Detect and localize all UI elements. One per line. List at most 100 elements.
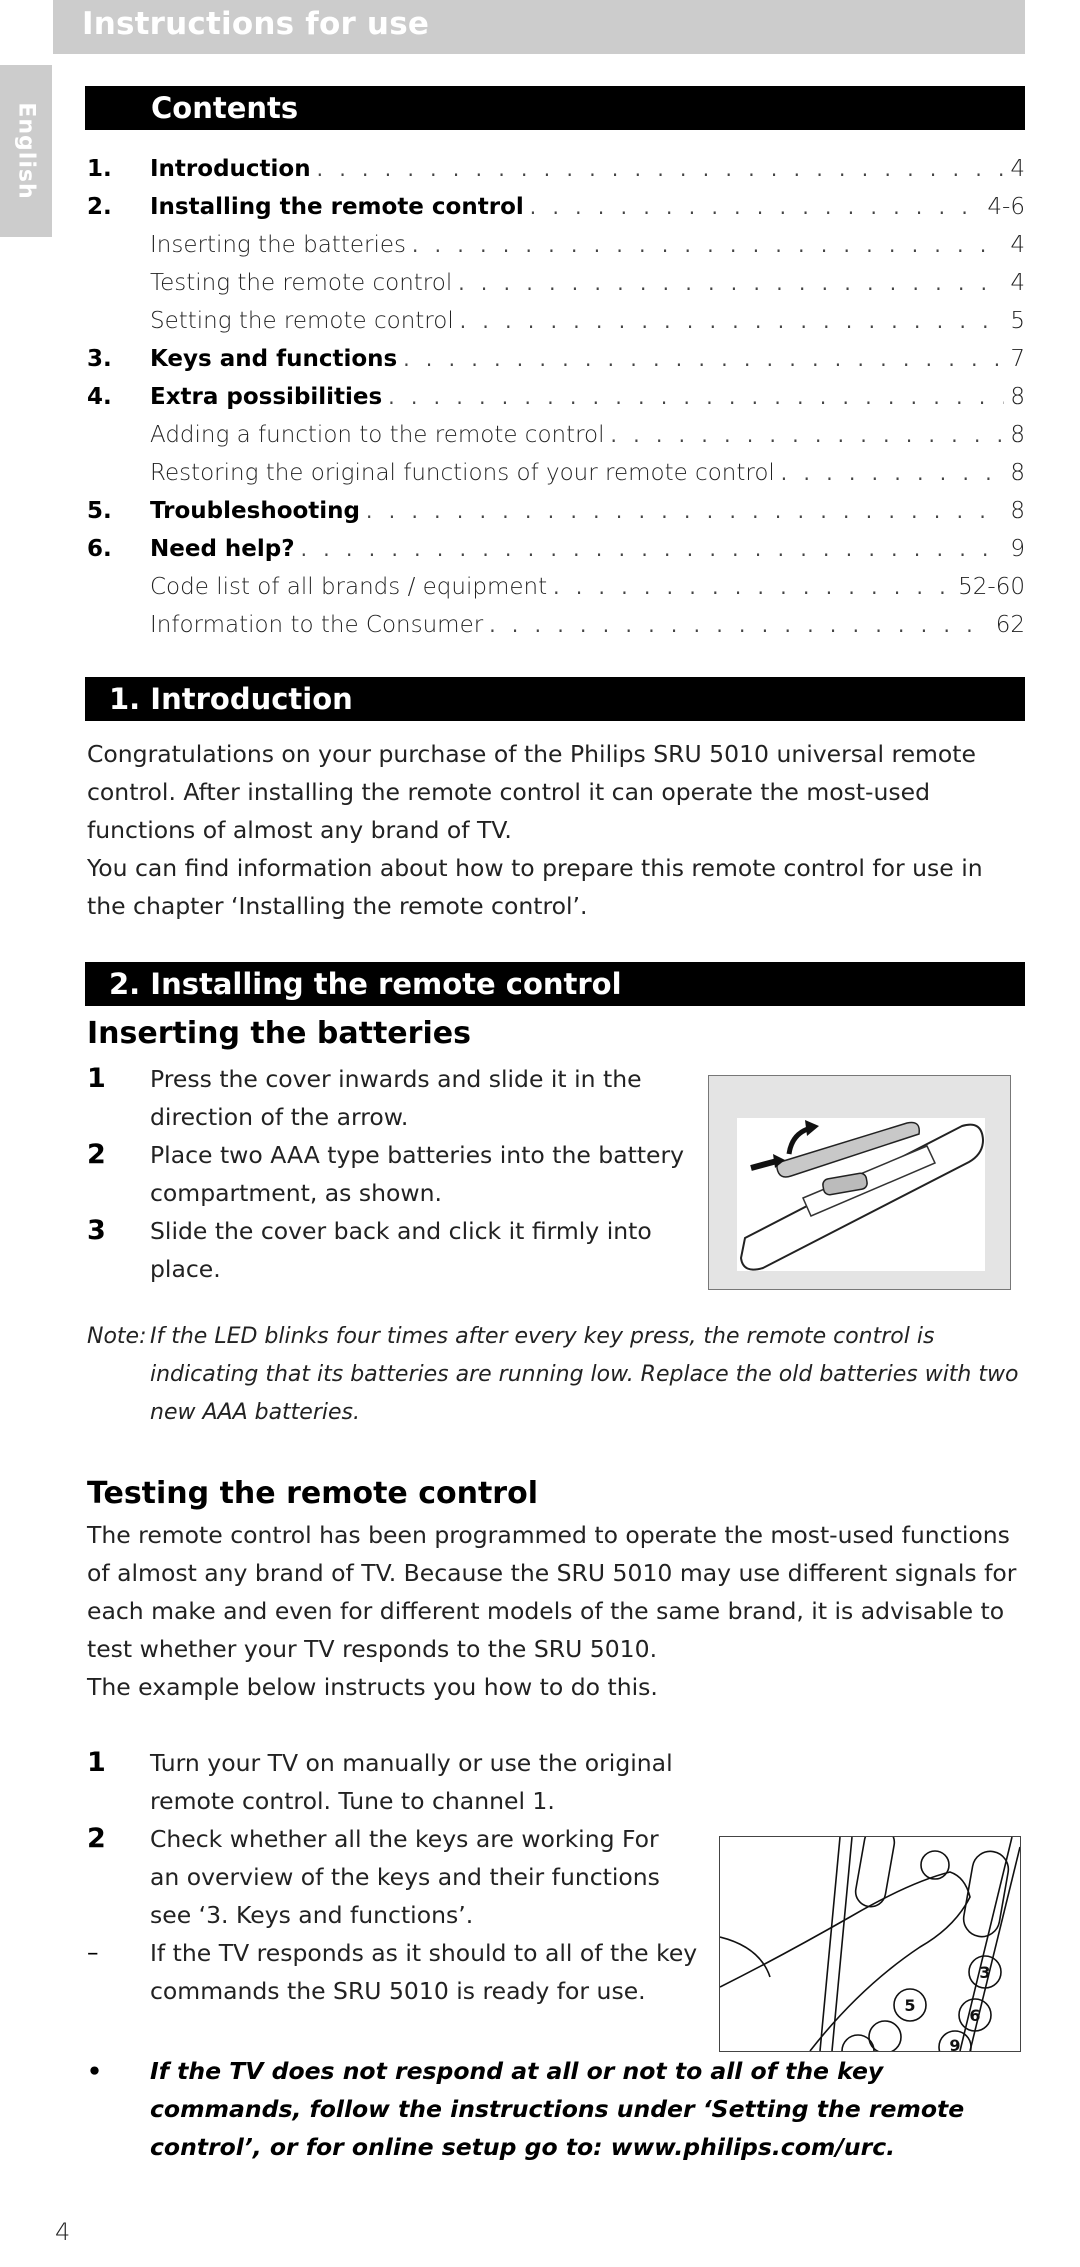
language-label: English [13,102,39,200]
setup-bullet: • If the TV does not respond at all or n… [87,2052,1032,2166]
toc-entry[interactable]: 3. Keys and functions 7 [87,340,1025,378]
toc-entry-title: Information to the Consumer [150,612,484,638]
toc-entry-title: Installing the remote control [150,194,524,220]
toc-entry-title: Need help? [150,536,295,562]
toc-entry-title: Setting the remote control [150,308,454,334]
toc-entry[interactable]: 5. Troubleshooting 8 [87,492,1025,530]
toc-entry-number: 5. [87,498,112,524]
svg-text:9: 9 [949,2036,960,2051]
bullet-text: If the TV does not respond at all or not… [150,2057,965,2161]
introduction-text: Congratulations on your purchase of the … [87,735,1027,925]
toc-entry-number: 4. [87,384,112,410]
toc-entry-page: 8 [1010,460,1025,486]
toc-entry-page: 7 [1010,346,1025,372]
toc-dot-leader [301,530,1005,568]
paragraph: Congratulations on your purchase of the … [87,740,976,844]
toc-entry-title: Adding a function to the remote control [150,422,605,448]
toc-entry[interactable]: Restoring the original functions of your… [87,454,1025,492]
testing-step-1: 1 Turn your TV on manually or use the or… [87,1744,987,1820]
step-text: Slide the cover back and click it firmly… [150,1217,652,1283]
installing-title: 2. Installing the remote control [109,967,622,1001]
toc-entry-title: Extra possibilities [150,384,383,410]
toc-dot-leader [366,492,1004,530]
toc-dot-leader [412,226,1004,264]
installing-heading-bar: 2. Installing the remote control [85,962,1025,1006]
toc-entry-number: 6. [87,536,112,562]
step-number: 1 [87,1063,106,1094]
toc-entry-number: 1. [87,156,112,182]
toc-dot-leader [781,454,1005,492]
note-text: If the LED blinks four times after every… [150,1324,1019,1425]
toc-entry[interactable]: Information to the Consumer 62 [87,606,1025,644]
toc-dot-leader [458,264,1004,302]
toc-dot-leader [489,606,990,644]
testing-step-dash: – If the TV responds as it should to all… [87,1934,727,2010]
toc-entry-page: 4 [1010,270,1025,296]
step-text: Check whether all the keys are working F… [150,1825,660,1929]
toc-entry-page: 52-60 [958,574,1025,600]
toc-dot-leader [403,340,1004,378]
contents-title: Contents [151,91,299,125]
toc-entry-title: Keys and functions [150,346,398,372]
contents-heading-bar: Contents [85,86,1025,130]
step-text: Place two AAA type batteries into the ba… [150,1141,685,1207]
step-text: Turn your TV on manually or use the orig… [150,1749,673,1815]
toc-entry[interactable]: Code list of all brands / equipment 52-60 [87,568,1025,606]
toc-dot-leader [530,188,982,226]
bullet-marker: • [87,2057,103,2085]
toc-entry-page: 8 [1010,498,1025,524]
battery-compartment-illustration [708,1075,1011,1290]
page-number: 4 [55,2218,71,2246]
toc-entry[interactable]: 6. Need help? 9 [87,530,1025,568]
toc-entry-page: 4-6 [987,194,1025,220]
step-text: If the TV responds as it should to all o… [150,1939,698,2005]
toc-entry-page: 8 [1010,422,1025,448]
battery-step-2: 2 Place two AAA type batteries into the … [87,1136,687,1212]
finger-pressing-remote-keys-illustration: 3 5 6 9 [719,1836,1021,2052]
toc-entry-number: 2. [87,194,112,220]
note-label: Note: [87,1324,147,1349]
toc-dot-leader [317,150,1005,188]
document-header: Instructions for use [53,0,1025,54]
svg-text:6: 6 [969,2006,980,2025]
testing-heading: Testing the remote control [87,1476,538,1511]
paragraph: The example below instructs you how to d… [87,1673,658,1701]
toc-entry[interactable]: Setting the remote control 5 [87,302,1025,340]
toc-entry[interactable]: 4. Extra possibilities 8 [87,378,1025,416]
introduction-heading-bar: 1. Introduction [85,677,1025,721]
step-text: Press the cover inwards and slide it in … [150,1065,642,1131]
remote-keys-drawing: 3 5 6 9 [720,1837,1020,2051]
toc-dot-leader [553,568,952,606]
toc-entry[interactable]: 1. Introduction 4 [87,150,1025,188]
toc-entry-title: Inserting the batteries [150,232,406,258]
toc-entry[interactable]: Inserting the batteries 4 [87,226,1025,264]
toc-entry[interactable]: 2. Installing the remote control 4-6 [87,188,1025,226]
toc-entry-page: 4 [1010,156,1025,182]
toc-entry-title: Troubleshooting [150,498,361,524]
step-number: 3 [87,1215,106,1246]
document-title: Instructions for use [82,6,430,42]
testing-text: The remote control has been programmed t… [87,1516,1032,1706]
svg-text:5: 5 [904,1996,915,2015]
toc-entry-title: Restoring the original functions of your… [150,460,775,486]
battery-note: Note: If the LED blinks four times after… [87,1318,1032,1432]
paragraph: The remote control has been programmed t… [87,1521,1017,1663]
table-of-contents: 1. Introduction 4 2. Installing the remote c… [87,150,1025,644]
svg-text:3: 3 [979,1963,990,1982]
introduction-title: 1. Introduction [109,682,353,716]
toc-entry-page: 62 [995,612,1025,638]
toc-entry-title: Code list of all brands / equipment [150,574,548,600]
toc-entry[interactable]: Testing the remote control 4 [87,264,1025,302]
battery-step-1: 1 Press the cover inwards and slide it i… [87,1060,687,1136]
dash-marker: – [87,1940,99,1966]
testing-step-2: 2 Check whether all the keys are working… [87,1820,727,1934]
toc-entry[interactable]: Adding a function to the remote control 8 [87,416,1025,454]
toc-dot-leader [611,416,1005,454]
step-number: 1 [87,1747,106,1778]
toc-dot-leader [388,378,1004,416]
toc-entry-page: 5 [1010,308,1025,334]
step-number: 2 [87,1139,106,1170]
remote-battery-drawing [739,1120,985,1271]
toc-entry-title: Introduction [150,156,311,182]
toc-entry-page: 4 [1010,232,1025,258]
